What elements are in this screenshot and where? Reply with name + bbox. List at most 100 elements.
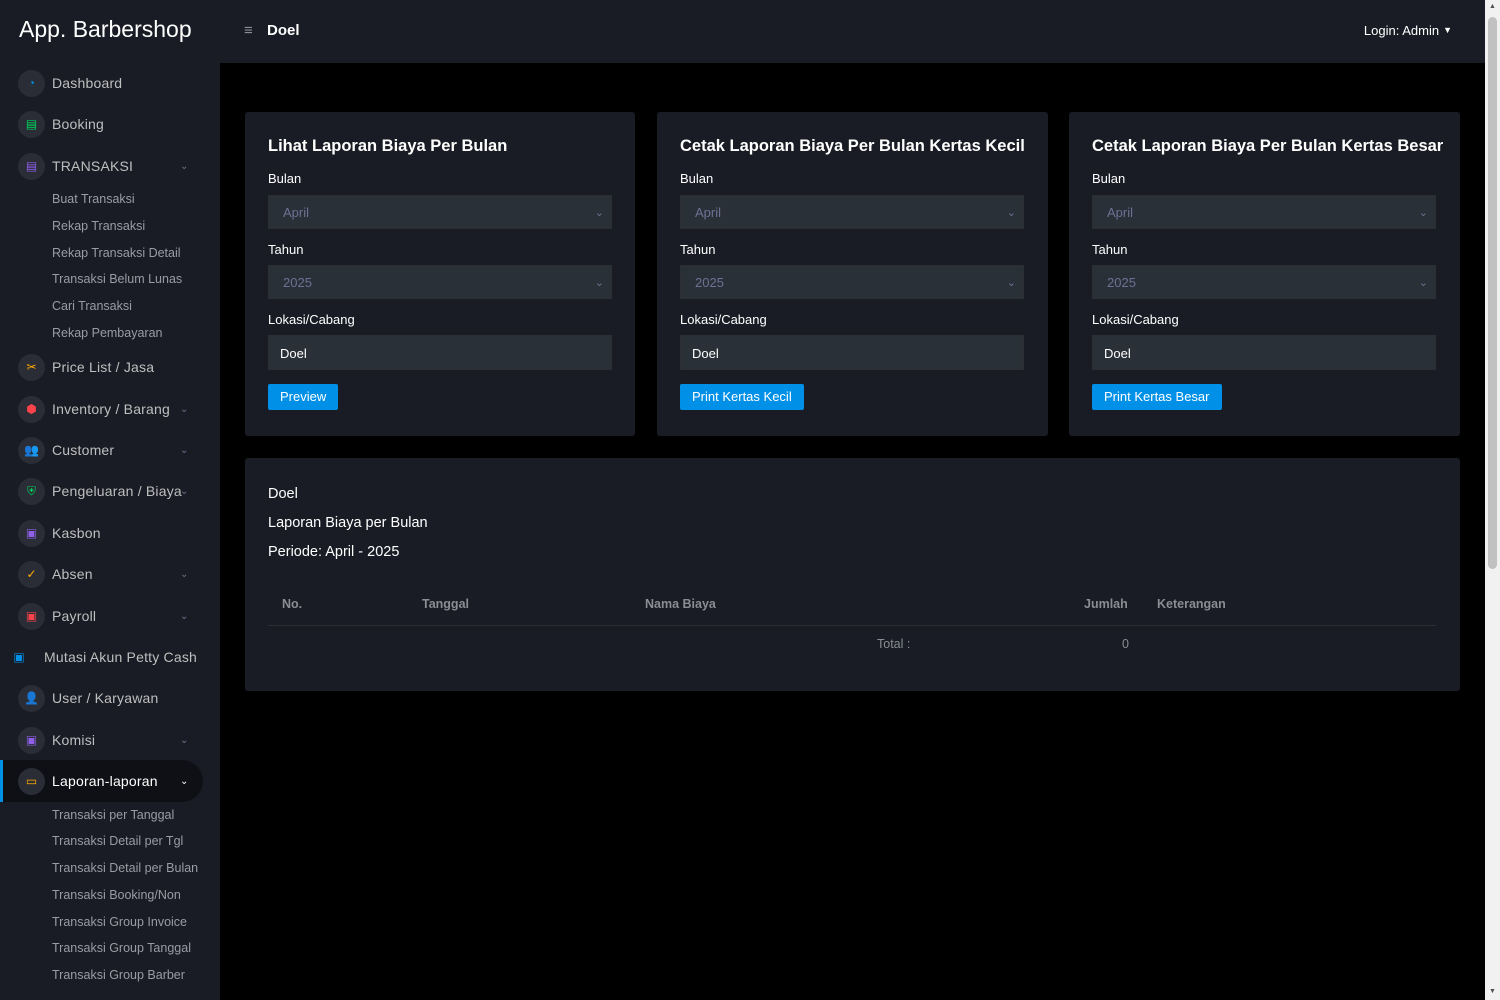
preview-button[interactable]: Preview xyxy=(268,384,339,410)
lokasi-input[interactable]: Doel xyxy=(1092,335,1436,370)
chevron-down-icon: ⌄ xyxy=(180,568,189,580)
bulan-select[interactable]: April ⌄ xyxy=(268,195,612,229)
sidebar-item-label: Laporan-laporan xyxy=(52,773,158,789)
scroll-up-icon[interactable]: ▲ xyxy=(1489,3,1496,10)
scroll-down-icon[interactable]: ▼ xyxy=(1489,988,1496,995)
money-icon: ▣ xyxy=(18,726,45,754)
sidebar-item-customer[interactable]: 👥 Customer ⌄ xyxy=(0,433,220,467)
page-scrollbar[interactable]: ▲ ▼ xyxy=(1485,0,1500,1000)
card-lihat-laporan: Lihat Laporan Biaya Per Bulan Bulan Apri… xyxy=(245,112,635,436)
sidebar-item-label: Mutasi Akun Petty Cash xyxy=(44,649,198,665)
caret-down-icon: ▼ xyxy=(1443,25,1452,35)
sidebar-item-label: Booking xyxy=(52,116,104,132)
sidebar-subitem-transaksi-group-invoice[interactable]: Transaksi Group Invoice xyxy=(52,915,187,929)
chevron-down-icon: ⌄ xyxy=(180,444,189,456)
bulan-select[interactable]: April ⌄ xyxy=(680,195,1024,229)
inventory-icon: ⬢ xyxy=(18,395,45,423)
menu-toggle-icon[interactable]: ≡ xyxy=(244,22,253,39)
card-title: Lihat Laporan Biaya Per Bulan xyxy=(268,137,508,155)
sidebar-item-laporan[interactable]: ▭ Laporan-laporan ⌄ xyxy=(0,760,220,802)
payroll-icon: ▣ xyxy=(18,602,45,630)
sidebar-item-komisi[interactable]: ▣ Komisi ⌄ xyxy=(0,723,220,757)
sidebar-item-pengeluaran[interactable]: ⛨ Pengeluaran / Biaya ⌄ xyxy=(0,474,220,508)
sidebar-item-label: Pengeluaran / Biaya xyxy=(52,483,182,499)
sidebar-item-inventory[interactable]: ⬢ Inventory / Barang ⌄ xyxy=(0,392,220,426)
active-indicator xyxy=(0,760,3,802)
tahun-value: 2025 xyxy=(283,275,312,290)
sidebar-item-label: Payroll xyxy=(52,608,97,624)
column-header-jumlah: Jumlah xyxy=(1084,597,1128,611)
chevron-down-icon: ⌄ xyxy=(180,485,189,497)
branch-title: Doel xyxy=(267,22,300,39)
sidebar-subitem-transaksi-booking-non[interactable]: Transaksi Booking/Non xyxy=(52,888,181,902)
sidebar-item-label: Absen xyxy=(52,566,93,582)
tahun-value: 2025 xyxy=(695,275,724,290)
sidebar-subitem-cari-transaksi[interactable]: Cari Transaksi xyxy=(52,299,132,313)
sidebar-item-label: Komisi xyxy=(52,732,96,748)
sidebar-subitem-transaksi-per-tanggal[interactable]: Transaksi per Tanggal xyxy=(52,808,174,822)
laptop-icon: ▭ xyxy=(18,767,45,795)
sidebar-subitem-transaksi-group-tanggal[interactable]: Transaksi Group Tanggal xyxy=(52,941,191,955)
tahun-label: Tahun xyxy=(268,242,304,257)
sidebar-item-price-list[interactable]: ✂ Price List / Jasa xyxy=(0,350,220,384)
card-cetak-kertas-besar: Cetak Laporan Biaya Per Bulan Kertas Bes… xyxy=(1069,112,1460,436)
column-header-nama-biaya: Nama Biaya xyxy=(645,597,716,611)
lokasi-input[interactable]: Doel xyxy=(680,335,1024,370)
sidebar-item-payroll[interactable]: ▣ Payroll ⌄ xyxy=(0,599,220,633)
chevron-down-icon: ⌄ xyxy=(594,207,604,219)
transaction-icon: ▤ xyxy=(18,152,45,180)
sidebar-item-user-karyawan[interactable]: 👤 User / Karyawan xyxy=(0,681,220,715)
sidebar-subitem-rekap-transaksi[interactable]: Rekap Transaksi xyxy=(52,219,145,233)
booking-icon: ▤ xyxy=(18,110,45,138)
scroll-thumb[interactable] xyxy=(1488,17,1497,569)
chevron-down-icon: ⌄ xyxy=(594,277,604,289)
sidebar-subitem-transaksi-detail-per-tgl[interactable]: Transaksi Detail per Tgl xyxy=(52,834,183,848)
sidebar-subitem-buat-transaksi[interactable]: Buat Transaksi xyxy=(52,192,135,206)
check-icon: ✓ xyxy=(18,560,45,588)
sidebar-item-kasbon[interactable]: ▣ Kasbon xyxy=(0,516,220,550)
bulan-select[interactable]: April ⌄ xyxy=(1092,195,1436,229)
sidebar-item-label: Inventory / Barang xyxy=(52,401,170,417)
chevron-down-icon: ⌄ xyxy=(180,403,189,415)
scissors-icon: ✂ xyxy=(18,353,45,381)
sidebar-item-absen[interactable]: ✓ Absen ⌄ xyxy=(0,557,220,591)
sidebar-subitem-transaksi-group-barber[interactable]: Transaksi Group Barber xyxy=(52,968,185,982)
card-title: Cetak Laporan Biaya Per Bulan Kertas Bes… xyxy=(1092,137,1444,155)
customer-icon: 👥 xyxy=(18,436,45,464)
chevron-down-icon: ⌄ xyxy=(1418,277,1428,289)
tahun-select[interactable]: 2025 ⌄ xyxy=(1092,265,1436,299)
lokasi-input[interactable]: Doel xyxy=(268,335,612,370)
bulan-value: April xyxy=(1107,205,1134,220)
tahun-label: Tahun xyxy=(680,242,716,257)
money-icon: ▣ xyxy=(18,519,45,547)
lokasi-label: Lokasi/Cabang xyxy=(680,312,767,327)
tahun-select[interactable]: 2025 ⌄ xyxy=(268,265,612,299)
sidebar-subitem-rekap-pembayaran[interactable]: Rekap Pembayaran xyxy=(52,326,162,340)
sidebar-item-label: Dashboard xyxy=(52,75,123,91)
login-label: Login: Admin xyxy=(1363,23,1440,38)
app-title[interactable]: App. Barbershop xyxy=(19,16,192,43)
user-icon: 👤 xyxy=(18,684,45,712)
chevron-down-icon: ⌄ xyxy=(1006,207,1016,219)
tahun-select[interactable]: 2025 ⌄ xyxy=(680,265,1024,299)
sidebar-item-mutasi-akun-petty-cash[interactable]: ▣ Mutasi Akun Petty Cash xyxy=(0,640,220,674)
login-dropdown[interactable]: Login: Admin ▼ xyxy=(1364,23,1452,38)
bulan-label: Bulan xyxy=(268,171,302,186)
total-value: 0 xyxy=(1122,637,1129,651)
print-kertas-besar-button[interactable]: Print Kertas Besar xyxy=(1092,384,1222,410)
bulan-label: Bulan xyxy=(680,171,714,186)
report-period: Periode: April - 2025 xyxy=(268,544,400,560)
tahun-value: 2025 xyxy=(1107,275,1136,290)
bulan-value: April xyxy=(283,205,310,220)
sidebar-subitem-transaksi-detail-per-bulan[interactable]: Transaksi Detail per Bulan xyxy=(52,861,198,875)
sidebar-subitem-rekap-transaksi-detail[interactable]: Rekap Transaksi Detail xyxy=(52,246,181,260)
sidebar-item-dashboard[interactable]: ◔ Dashboard xyxy=(0,66,220,100)
sidebar-subitem-transaksi-belum-lunas[interactable]: Transaksi Belum Lunas xyxy=(52,272,182,286)
sidebar-item-booking[interactable]: ▤ Booking xyxy=(0,107,220,141)
chevron-down-icon: ⌄ xyxy=(180,160,189,172)
sidebar-item-label: Customer xyxy=(52,442,115,458)
chevron-down-icon: ⌄ xyxy=(1006,277,1016,289)
chevron-down-icon: ⌄ xyxy=(180,610,189,622)
sidebar-item-transaksi[interactable]: ▤ TRANSAKSI ⌄ xyxy=(0,149,220,183)
print-kertas-kecil-button[interactable]: Print Kertas Kecil xyxy=(680,384,804,410)
